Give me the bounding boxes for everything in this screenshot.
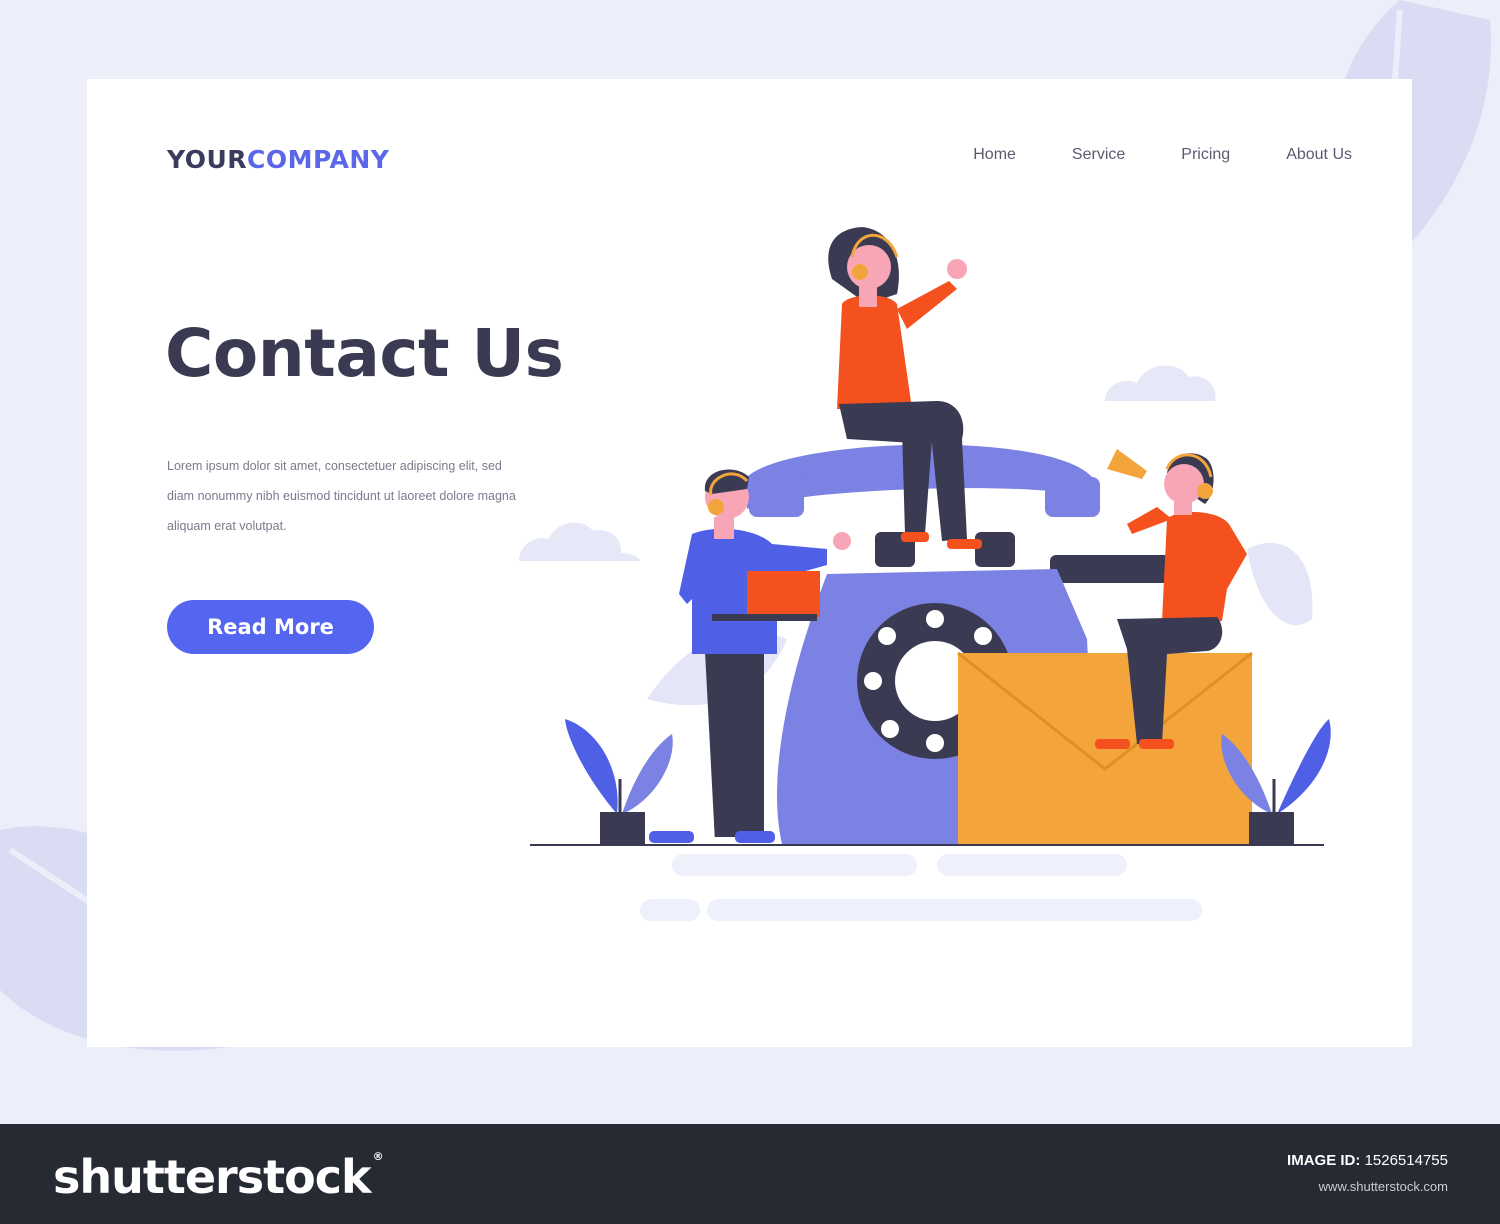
laptop-icon	[747, 571, 820, 617]
image-id-label: IMAGE ID:	[1287, 1152, 1361, 1169]
megaphone-icon	[1107, 449, 1147, 479]
stock-brand-mark: ®	[372, 1150, 384, 1163]
stock-footer: shutterstock ® IMAGE ID: 1526514755 www.s…	[0, 1124, 1500, 1224]
contact-illustration	[519, 227, 1331, 921]
image-id: IMAGE ID: 1526514755	[1287, 1152, 1448, 1169]
cloud-icon	[1105, 365, 1216, 401]
headset-icon	[852, 264, 868, 280]
woman-with-headset	[828, 227, 982, 549]
image-id-value: 1526514755	[1364, 1152, 1448, 1169]
leaf-icon	[1247, 542, 1313, 626]
headset-icon	[708, 499, 724, 515]
headset-icon	[1197, 483, 1213, 499]
plant-icon	[565, 719, 673, 844]
floor-shadow	[640, 854, 1202, 921]
stock-brand-logo: shutterstock ®	[53, 1150, 384, 1204]
stock-site-url: www.shutterstock.com	[1318, 1179, 1448, 1194]
stock-brand-name: shutterstock	[53, 1150, 372, 1204]
cloud-icon	[519, 522, 641, 561]
landing-card: YOURCOMPANY Home Service Pricing About U…	[87, 79, 1412, 1047]
